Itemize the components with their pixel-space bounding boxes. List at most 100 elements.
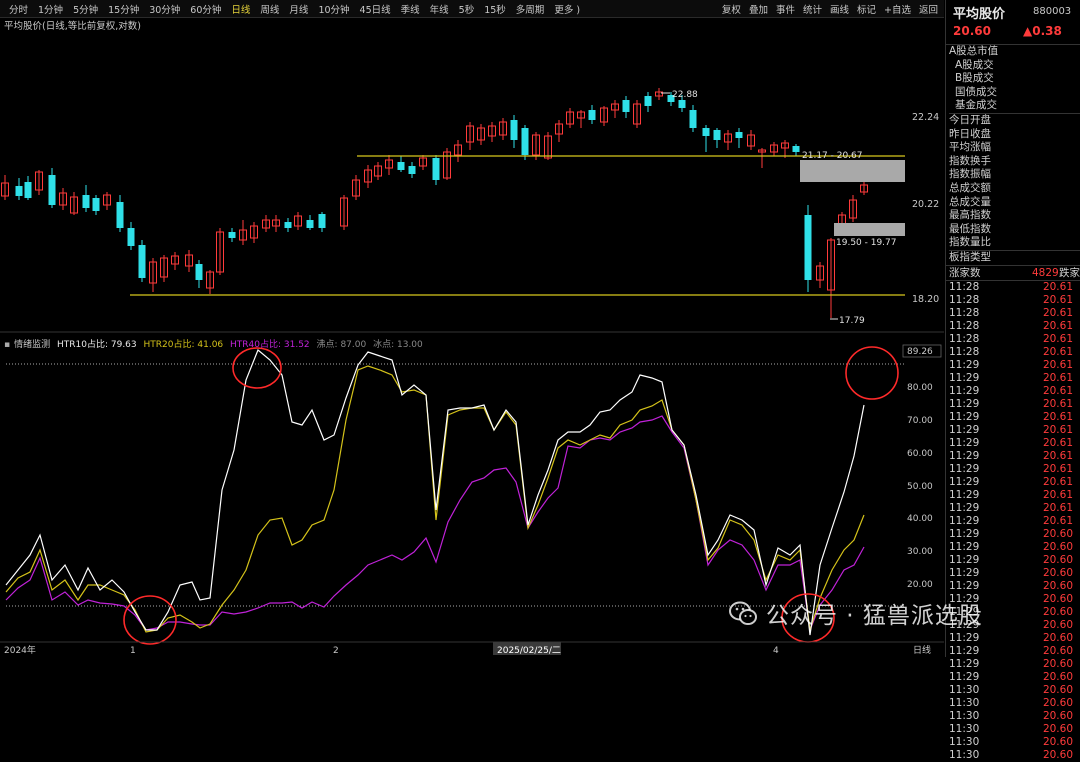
candle-body — [792, 146, 800, 152]
candle-body — [702, 128, 710, 136]
wechat-icon — [729, 601, 757, 625]
tick-price: 20.61 — [1042, 475, 1073, 488]
period-tab[interactable]: 10分钟 — [313, 2, 354, 16]
tick-time: 11:28 — [949, 345, 980, 358]
tick-row: 11:28 20.61 — [946, 307, 1080, 320]
tick-row: 11:28 20.61 — [946, 333, 1080, 346]
tick-price: 20.60 — [1042, 644, 1073, 657]
tool-button[interactable]: 返回 — [915, 2, 942, 16]
candle-body — [588, 110, 596, 120]
tick-row: 11:29 20.60 — [946, 632, 1080, 645]
tick-row: 11:29 20.61 — [946, 359, 1080, 372]
candle-body — [24, 182, 32, 198]
chart-tools: 复权 叠加 事件 统计 画线 标记 +自选 返回 — [718, 2, 944, 16]
quote-field-label: 今日开盘 — [949, 112, 1080, 128]
tick-list[interactable]: 11:28 20.61 11:28 20.61 11:28 20.61 11:28 20.61… — [946, 281, 1080, 762]
tool-button[interactable]: 叠加 — [745, 2, 772, 16]
tick-price: 20.61 — [1042, 488, 1073, 501]
candle-body — [92, 198, 100, 211]
tool-button[interactable]: 标记 — [853, 2, 880, 16]
indicator-axis-label: 50.00 — [907, 482, 933, 492]
quote-field-label: 指数量比 — [949, 236, 991, 249]
indicator-axis-label: 20.00 — [907, 580, 933, 590]
date-axis-label: 1 — [130, 646, 136, 656]
tick-time: 11:29 — [949, 384, 980, 397]
tick-price: 20.61 — [1042, 306, 1073, 319]
htr20-label: HTR20占比: 41.06 — [143, 340, 224, 350]
period-tab[interactable]: 季线 — [396, 2, 425, 16]
quote-field-label: A股总市值 — [949, 45, 999, 57]
tick-price: 20.60 — [1042, 631, 1073, 644]
period-tab[interactable]: 5分钟 — [68, 2, 103, 16]
candle-body — [804, 215, 812, 280]
period-tab[interactable]: 60分钟 — [185, 2, 226, 16]
tick-row: 11:29 20.60 — [946, 567, 1080, 580]
hot-label: 沸点: 87.00 — [316, 340, 367, 350]
tool-button[interactable]: 复权 — [718, 2, 745, 16]
quote-field-label: B股成交 — [955, 72, 994, 85]
candle-body — [82, 195, 90, 208]
tick-time: 11:30 — [949, 735, 980, 748]
quote-field-label: A股成交 — [955, 58, 994, 71]
period-tab[interactable]: 月线 — [284, 2, 313, 16]
indicator-name: 情绪监测 — [14, 340, 51, 350]
candle-body — [689, 110, 697, 128]
period-tab[interactable]: 分时 — [4, 2, 33, 16]
tool-button[interactable]: 画线 — [826, 2, 853, 16]
candle-body — [678, 100, 686, 108]
tick-row: 11:29 20.61 — [946, 476, 1080, 489]
tick-row: 11:29 20.60 — [946, 528, 1080, 541]
period-tab[interactable]: 45日线 — [355, 2, 396, 16]
tick-price: 20.61 — [1042, 371, 1073, 384]
candle-body — [510, 120, 518, 140]
period-tab[interactable]: 1分钟 — [33, 2, 68, 16]
indicator-axis-label: 60.00 — [907, 449, 933, 459]
tick-price: 20.61 — [1042, 397, 1073, 410]
tick-price: 20.60 — [1042, 683, 1073, 696]
index-code: 880003 — [1033, 6, 1072, 17]
period-tab[interactable]: 多周期 — [511, 2, 550, 16]
tool-button[interactable]: 统计 — [799, 2, 826, 16]
period-tab[interactable]: 年线 — [425, 2, 454, 16]
price-change: ▲0.38 — [1023, 24, 1062, 38]
tick-row: 11:30 20.60 — [946, 710, 1080, 723]
htr40-line — [5, 415, 865, 633]
tick-row: 11:29 20.61 — [946, 372, 1080, 385]
quote-field-label: 总成交量 — [949, 195, 991, 208]
range-box-lower — [834, 223, 905, 236]
tick-time: 11:29 — [949, 488, 980, 501]
period-tab[interactable]: 15分钟 — [103, 2, 144, 16]
tick-price: 20.60 — [1042, 579, 1073, 592]
tick-time: 11:28 — [949, 306, 980, 319]
indicator-header: ▪ 情绪监测 HTR10占比: 79.63 HTR20占比: 41.06 HTR4… — [4, 337, 427, 350]
tick-row: 11:29 20.61 — [946, 463, 1080, 476]
tick-time: 11:30 — [949, 722, 980, 735]
decline-label: 跌家 — [1059, 266, 1080, 279]
tick-row: 11:28 20.61 — [946, 294, 1080, 307]
tool-button[interactable]: 事件 — [772, 2, 799, 16]
tool-button[interactable]: +自选 — [880, 2, 915, 16]
tick-price: 20.61 — [1042, 280, 1073, 293]
period-tab[interactable]: 日线 — [226, 2, 255, 16]
period-tab[interactable]: 30分钟 — [144, 2, 185, 16]
period-tab[interactable]: 更多 ) — [549, 2, 585, 16]
period-tab[interactable]: 周线 — [255, 2, 284, 16]
date-axis-label: 4 — [773, 646, 779, 656]
tick-row: 11:30 20.60 — [946, 684, 1080, 697]
tick-price: 20.60 — [1042, 592, 1073, 605]
tick-price: 20.61 — [1042, 384, 1073, 397]
candle-body — [644, 96, 652, 106]
tick-price: 20.60 — [1042, 540, 1073, 553]
period-tab[interactable]: 5秒 — [454, 2, 480, 16]
candle-body — [284, 222, 292, 228]
watermark: 公众号 · 猛兽派选股 — [766, 603, 983, 629]
period-tab[interactable]: 15秒 — [479, 2, 511, 16]
date-axis-label: 日线 — [913, 644, 931, 656]
tick-row: 11:29 20.61 — [946, 437, 1080, 450]
indicator-axis-label: 70.00 — [907, 416, 933, 426]
tick-price: 20.60 — [1042, 670, 1073, 683]
current-price: 20.60 — [953, 24, 991, 38]
upper-range-annotation: 21.17 - 20.67 — [802, 151, 863, 161]
highlight-circle — [123, 595, 177, 645]
tick-time: 11:29 — [949, 371, 980, 384]
